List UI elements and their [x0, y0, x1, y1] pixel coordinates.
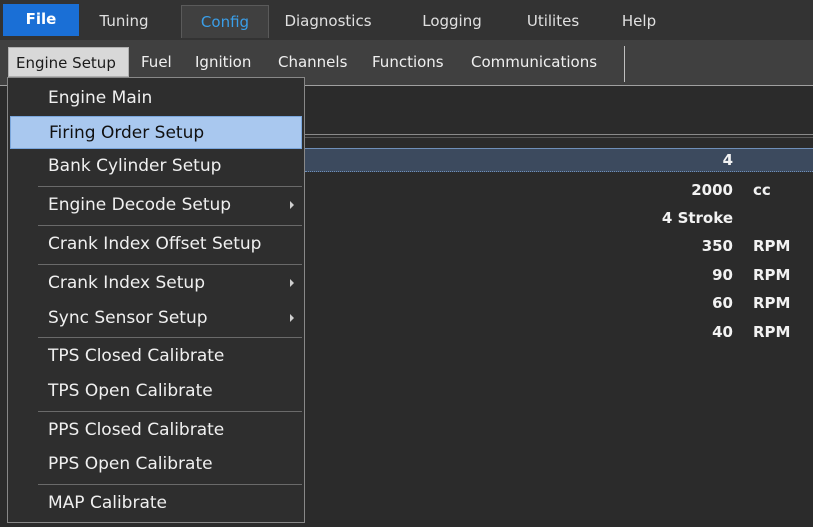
row-value[interactable]: 60 [712, 289, 733, 317]
row-value[interactable]: 4 Stroke [662, 204, 733, 232]
selected-row-highlight[interactable] [305, 148, 813, 172]
menu-separator [38, 225, 302, 226]
engine-setup-dropdown-menu: Engine Main Firing Order Setup Bank Cyli… [7, 77, 305, 523]
menu-item-pps-open-calibrate[interactable]: PPS Open Calibrate [10, 448, 302, 481]
menu-item-label: Engine Decode Setup [48, 195, 232, 215]
menu-item-label: Sync Sensor Setup [48, 308, 208, 328]
row-value[interactable]: 4 [723, 146, 733, 174]
submenu-arrow-icon [290, 314, 294, 322]
menu-separator [38, 484, 302, 485]
row-value[interactable]: 90 [712, 261, 733, 289]
menu-item-tps-open-calibrate[interactable]: TPS Open Calibrate [10, 375, 302, 408]
subtab-ignition[interactable]: Ignition [195, 47, 251, 77]
main-tab-bar: File Tuning Config Diagnostics Logging U… [0, 0, 813, 40]
menu-item-sync-sensor-setup[interactable]: Sync Sensor Setup [10, 302, 302, 335]
tab-config[interactable]: Config [181, 5, 269, 38]
tab-logging[interactable]: Logging [409, 5, 495, 38]
row-unit: cc [753, 181, 771, 199]
row-value[interactable]: 350 [702, 232, 733, 260]
menu-item-crank-index-setup[interactable]: Crank Index Setup [10, 267, 302, 300]
tab-utilites[interactable]: Utilites [515, 5, 591, 38]
tab-diagnostics[interactable]: Diagnostics [278, 5, 378, 38]
subtab-communications[interactable]: Communications [471, 47, 597, 77]
tab-help[interactable]: Help [609, 5, 669, 38]
tab-tuning[interactable]: Tuning [84, 5, 164, 38]
subtab-channels[interactable]: Channels [278, 47, 347, 77]
menu-separator [38, 337, 302, 338]
menu-item-crank-index-offset-setup[interactable]: Crank Index Offset Setup [10, 228, 302, 261]
menu-separator [38, 264, 302, 265]
row-unit: RPM [753, 237, 791, 255]
subtab-engine-setup[interactable]: Engine Setup [8, 47, 129, 77]
subtab-fuel[interactable]: Fuel [141, 47, 172, 77]
row-unit: RPM [753, 294, 791, 312]
menu-item-engine-main[interactable]: Engine Main [10, 82, 302, 115]
menu-item-label: Crank Index Setup [48, 273, 205, 293]
menu-item-bank-cylinder-setup[interactable]: Bank Cylinder Setup [10, 150, 302, 183]
submenu-arrow-icon [290, 201, 294, 209]
menu-item-tps-closed-calibrate[interactable]: TPS Closed Calibrate [10, 340, 302, 373]
grid-header-line [305, 134, 813, 135]
grid-header-line-inner [305, 137, 813, 138]
row-unit: RPM [753, 266, 791, 284]
row-unit: RPM [753, 323, 791, 341]
tab-file[interactable]: File [3, 4, 79, 36]
menu-separator [38, 186, 302, 187]
menu-item-pps-closed-calibrate[interactable]: PPS Closed Calibrate [10, 414, 302, 447]
menu-item-map-calibrate[interactable]: MAP Calibrate [10, 487, 302, 520]
row-value[interactable]: 2000 [691, 176, 733, 204]
submenu-arrow-icon [290, 279, 294, 287]
row-value[interactable]: 40 [712, 318, 733, 346]
menu-item-firing-order-setup[interactable]: Firing Order Setup [10, 116, 302, 149]
menu-separator [38, 411, 302, 412]
subtab-divider [624, 46, 625, 82]
menu-item-engine-decode-setup[interactable]: Engine Decode Setup [10, 189, 302, 222]
subtab-functions[interactable]: Functions [372, 47, 444, 77]
